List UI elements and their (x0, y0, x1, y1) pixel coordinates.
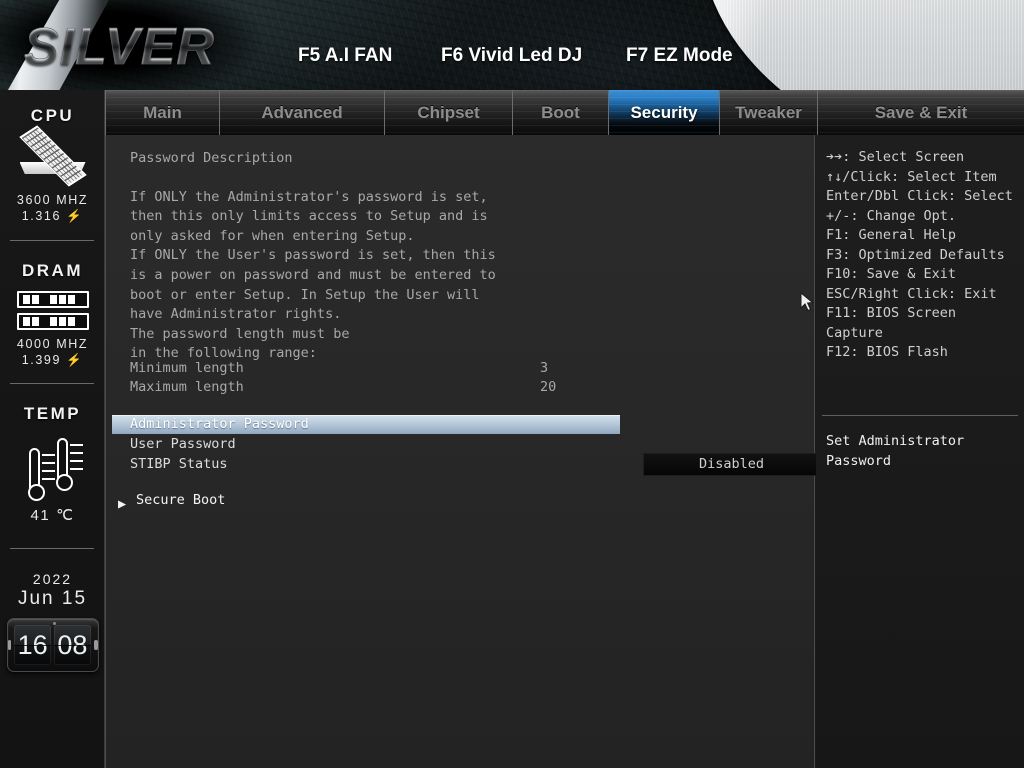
sidebar-section-temp: TEMP 41 ℃ (0, 384, 105, 524)
system-date: 2022 Jun 15 (0, 571, 105, 610)
administrator-password-label: Administrator Password (130, 416, 309, 432)
help-panel-divider (822, 415, 1018, 416)
contextual-help-text: Set Administrator Password (826, 433, 965, 469)
cpu-chip-icon (14, 125, 92, 188)
tab-chipset[interactable]: Chipset (385, 90, 513, 135)
fn-key-f7-ez-mode[interactable]: F7 EZ Mode (626, 45, 733, 67)
dram-frequency-value: 4000 MHZ (16, 337, 89, 351)
option-stibp-status[interactable]: STIBP Status Disabled (112, 453, 820, 476)
hardware-monitor-sidebar: CPU 3600 MHZ 1.316 ⚡ DRAM 4000 MHZ 1.399… (0, 90, 105, 768)
temp-value: 41 ℃ (30, 507, 75, 524)
fn-key-f6-vivid-led-dj[interactable]: F6 Vivid Led DJ (441, 45, 582, 67)
clock-minutes: 08 (54, 625, 91, 665)
tab-save-and-exit[interactable]: Save & Exit (818, 90, 1024, 135)
minimum-length-row: Minimum length 3 (130, 359, 790, 378)
header-banner: SILVER F5 A.I FAN F6 Vivid Led DJ F7 EZ … (0, 0, 1024, 90)
memory-module-icon (16, 291, 89, 330)
minimum-length-label: Minimum length (130, 360, 244, 376)
help-panel: ➔➔: Select Screen ↑↓/Click: Select Item … (816, 135, 1024, 768)
option-user-password[interactable]: User Password (112, 435, 810, 454)
key-legend-text: ➔➔: Select Screen ↑↓/Click: Select Item … (826, 149, 1013, 360)
sidebar-section-datetime: 2022 Jun 15 16 08 (0, 549, 105, 672)
sidebar-section-dram: DRAM 4000 MHZ 1.399 ⚡ (0, 241, 105, 368)
tab-boot[interactable]: Boot (513, 90, 609, 135)
submenu-secure-boot[interactable]: ▶ Secure Boot (112, 490, 512, 512)
cpu-voltage-value: 1.316 ⚡ (21, 209, 84, 223)
system-clock: 16 08 (6, 618, 99, 672)
sidebar-section-cpu: CPU 3600 MHZ 1.316 ⚡ (0, 90, 105, 224)
stibp-status-label: STIBP Status (130, 456, 228, 472)
main-tab-bar: Main Advanced Chipset Boot Security Twea… (0, 90, 1024, 135)
dram-voltage-value: 1.399 ⚡ (21, 353, 84, 367)
security-settings-panel: Password Description If ONLY the Administ… (105, 135, 820, 768)
thermometer-icon (18, 432, 88, 504)
maximum-length-row: Maximum length 20 (130, 378, 790, 397)
brand-logo: SILVER (24, 18, 215, 77)
tab-tweaker[interactable]: Tweaker (720, 90, 818, 135)
cpu-frequency-value: 3600 MHZ (16, 193, 89, 207)
password-description: Password Description If ONLY the Administ… (130, 149, 690, 364)
dram-section-title: DRAM (22, 261, 83, 280)
password-description-body: If ONLY the Administrator's password is … (130, 188, 496, 362)
chevron-right-icon: ▶ (118, 496, 127, 512)
minimum-length-value: 3 (540, 360, 549, 376)
tab-security[interactable]: Security (609, 90, 720, 135)
bios-setup-screen: SILVER F5 A.I FAN F6 Vivid Led DJ F7 EZ … (0, 0, 1024, 768)
password-description-heading: Password Description (130, 150, 293, 166)
stibp-status-value-box[interactable]: Disabled (643, 453, 820, 476)
temp-section-title: TEMP (23, 404, 82, 423)
clock-hours: 16 (14, 625, 51, 665)
cpu-section-title: CPU (30, 106, 75, 125)
tab-advanced[interactable]: Advanced (220, 90, 385, 135)
secure-boot-label: Secure Boot (136, 492, 226, 508)
system-date-year: 2022 (32, 571, 73, 587)
fn-key-f5-ai-fan[interactable]: F5 A.I FAN (298, 45, 392, 67)
maximum-length-label: Maximum length (130, 379, 244, 395)
user-password-label: User Password (130, 436, 236, 452)
system-date-month-day: Jun 15 (17, 588, 88, 609)
maximum-length-value: 20 (540, 379, 557, 395)
tab-main[interactable]: Main (105, 90, 220, 135)
option-administrator-password[interactable]: Administrator Password (112, 415, 620, 434)
